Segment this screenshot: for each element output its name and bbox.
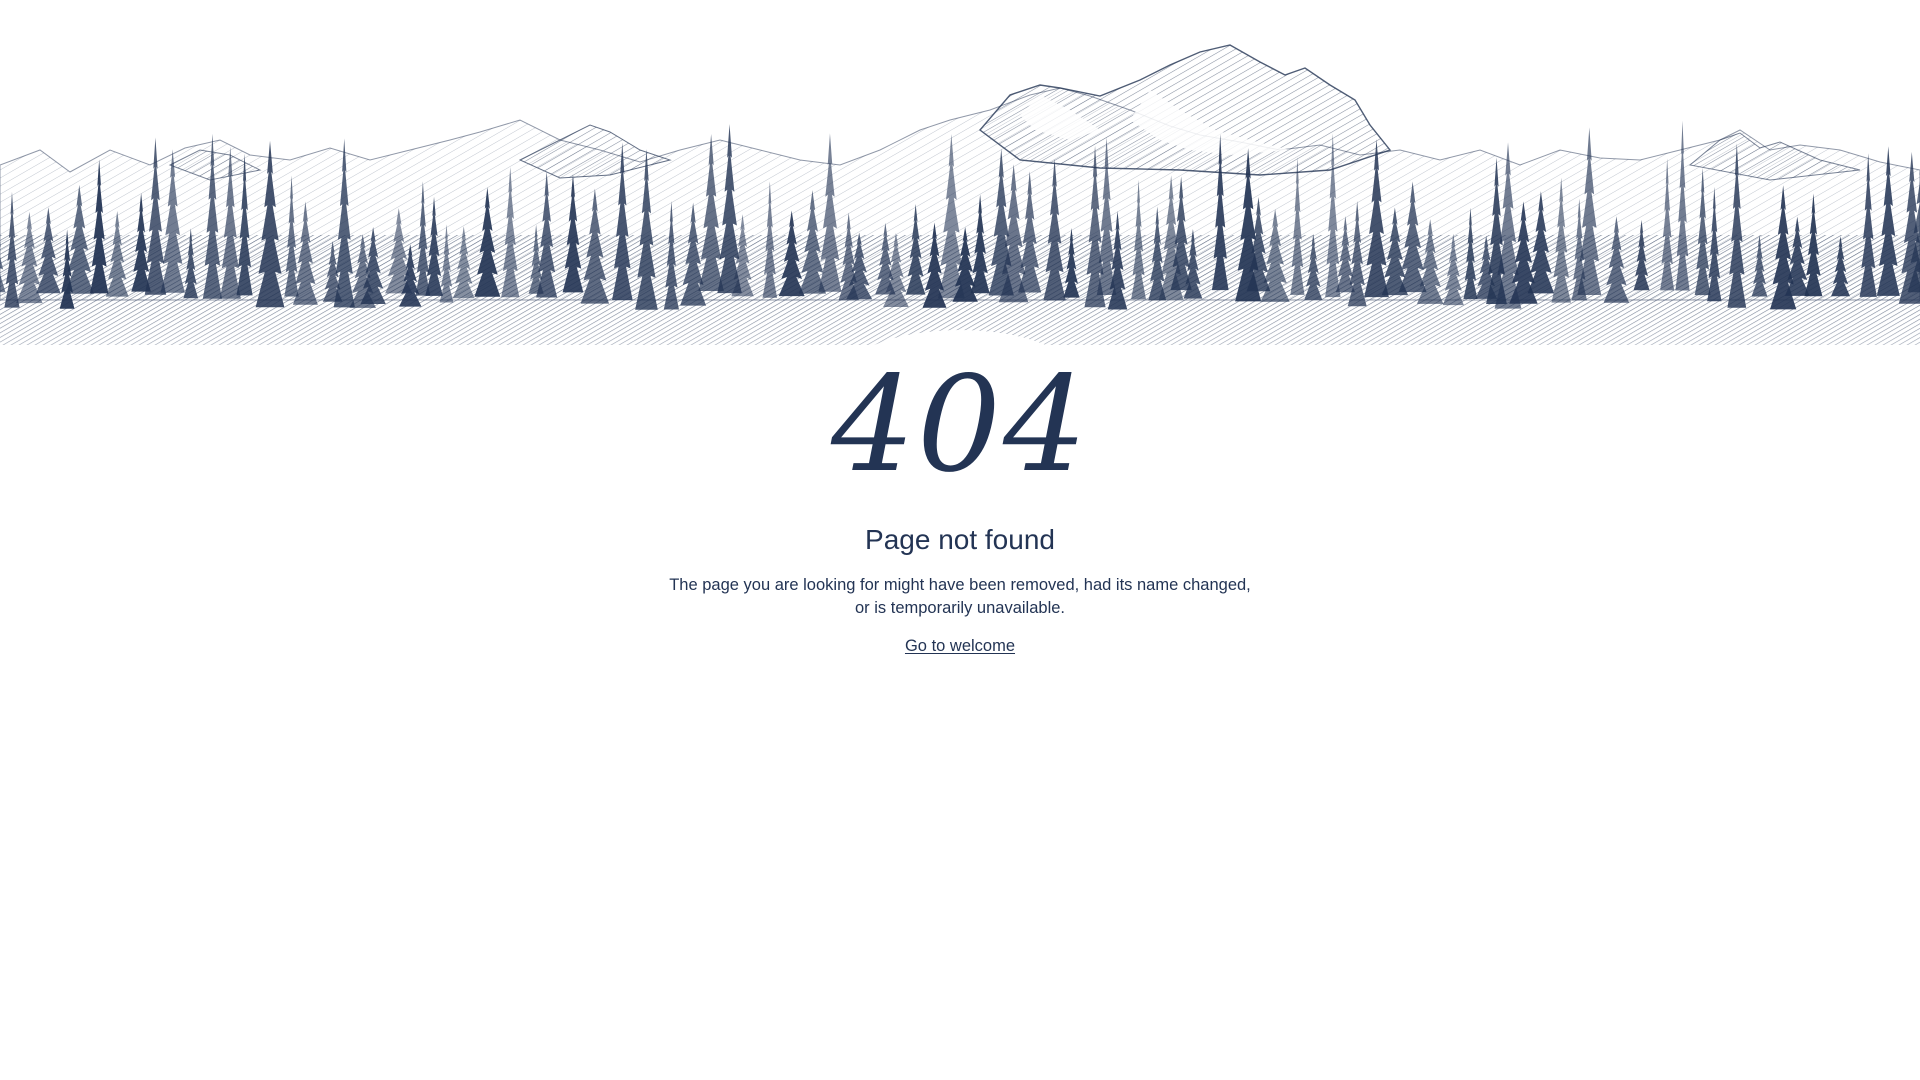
error-message-line-1: The page you are looking for might have … [669,576,1251,594]
error-message: The page you are looking for might have … [560,574,1360,620]
error-message-line-2: or is temporarily unavailable. [854,599,1065,617]
error-code: 404 [831,348,1089,502]
go-to-welcome-link[interactable]: Go to welcome [905,637,1015,655]
page-title: Page not found [865,524,1055,555]
welcome-link-container: Go to welcome [0,634,1920,658]
